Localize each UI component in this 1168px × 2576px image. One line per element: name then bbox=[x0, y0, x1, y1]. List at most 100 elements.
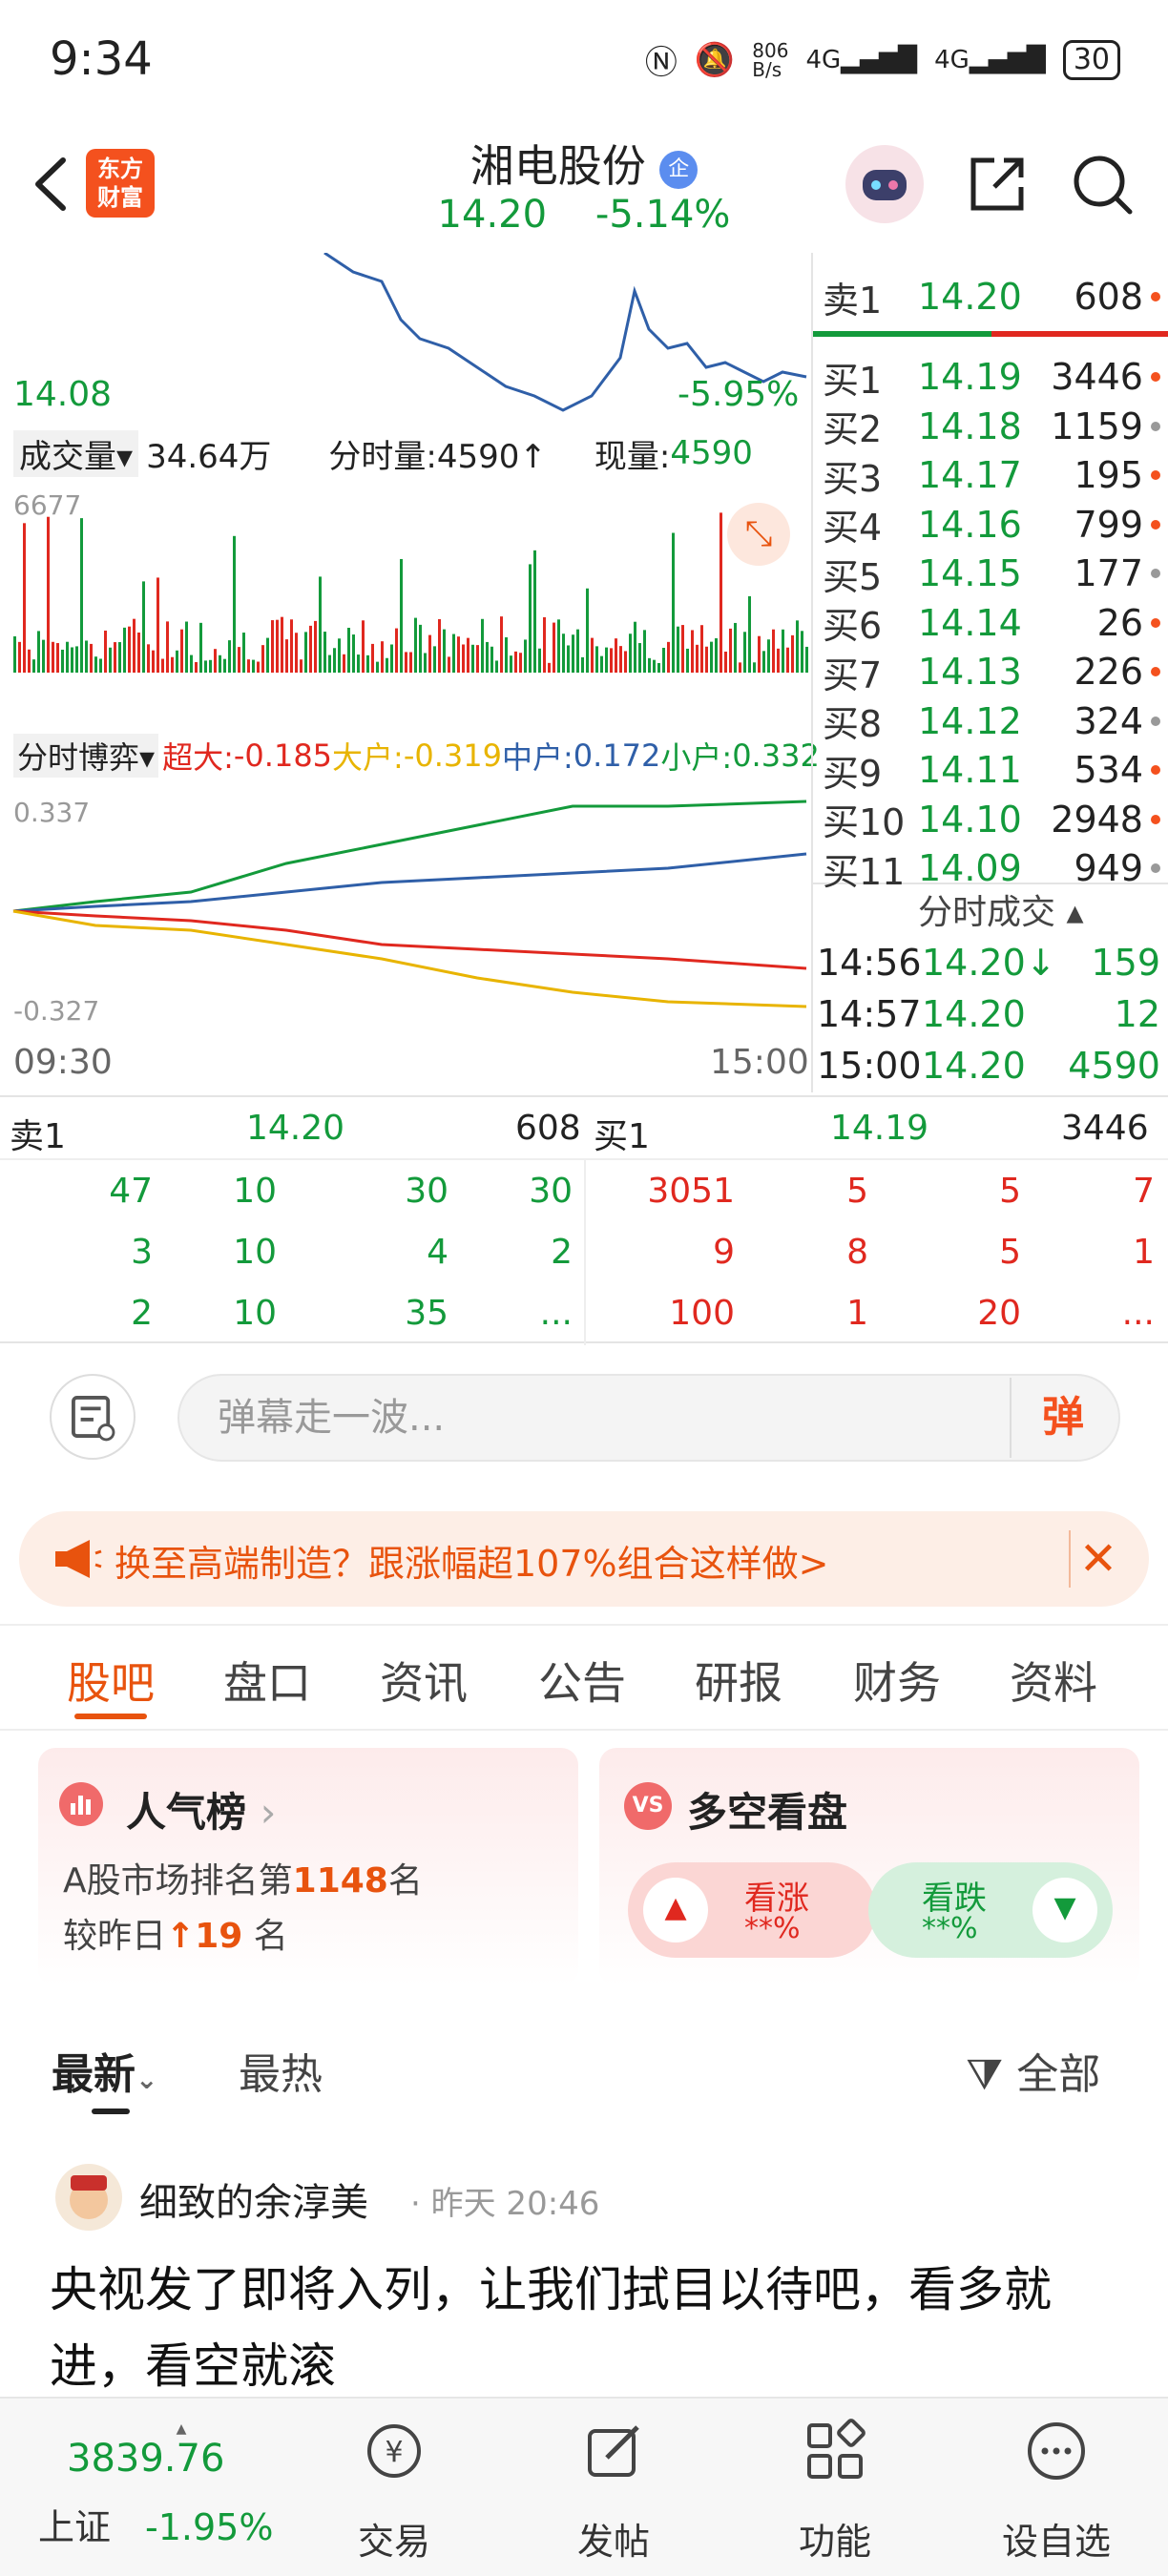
close-icon[interactable]: ✕ bbox=[1069, 1530, 1126, 1588]
volume-bar bbox=[75, 646, 78, 673]
volume-bar bbox=[261, 645, 264, 673]
volume-bar bbox=[471, 644, 474, 673]
buy-order-volume: 949 bbox=[1074, 847, 1143, 889]
megaphone-icon bbox=[55, 1540, 102, 1578]
index-value: 3839.76 bbox=[67, 2437, 225, 2481]
volume-bar bbox=[18, 641, 21, 673]
tab-pankou[interactable]: 盘口 bbox=[223, 1649, 311, 1712]
tab-latest[interactable]: 最新⌄ bbox=[52, 2040, 157, 2101]
post-body[interactable]: 央视发了即将入列，让我们拭目以待吧，看多就进，看空就滚 bbox=[50, 2252, 1128, 2404]
status-dot bbox=[1151, 519, 1160, 530]
share-icon[interactable] bbox=[966, 153, 1029, 216]
volume-bar bbox=[80, 518, 83, 673]
up-arrow-icon: ↑ bbox=[166, 1917, 196, 1956]
popularity-card[interactable]: 人气榜 › A股市场排名第1148名 较昨日↑19 名 bbox=[38, 1748, 578, 1986]
nav-post[interactable]: 发帖 bbox=[532, 2408, 695, 2565]
volume-bar bbox=[524, 639, 527, 673]
volume-bar bbox=[457, 636, 460, 673]
nav-add-watchlist[interactable]: 设自选 bbox=[975, 2408, 1137, 2565]
volume-bar bbox=[304, 632, 307, 673]
volume-bar bbox=[672, 532, 675, 673]
bearish-button[interactable]: 看跌 **% ▼ bbox=[868, 1862, 1113, 1958]
volume-bar bbox=[85, 640, 88, 673]
buy-order-price: 14.14 bbox=[918, 601, 1022, 644]
volume-bar bbox=[767, 639, 770, 673]
low-price-label: 14.08 bbox=[13, 375, 113, 414]
nav-functions[interactable]: 功能 bbox=[754, 2408, 916, 2565]
order-book-panel[interactable]: 分时成交 ▴ 卖1 14.20 608 买1 14.19 3446 买2 14.18 1159 买… bbox=[811, 253, 1168, 1092]
volume-bar bbox=[171, 656, 174, 673]
volume-bar bbox=[629, 634, 632, 673]
volume-bar bbox=[438, 618, 441, 673]
filter-button[interactable]: ⧩ 全部 bbox=[966, 2040, 1100, 2101]
volume-bar bbox=[419, 624, 422, 673]
expand-icon[interactable]: ⤡ bbox=[727, 503, 790, 566]
flow-selector[interactable]: 分时博弈▾ bbox=[13, 734, 159, 778]
bearish-value: **% bbox=[922, 1912, 978, 1945]
bid-queue-cell: 1 bbox=[846, 1294, 868, 1333]
volume-bar bbox=[71, 647, 73, 673]
tab-finance[interactable]: 财务 bbox=[853, 1649, 941, 1712]
buy-order-label: 买7 bbox=[823, 654, 883, 696]
promo-banner[interactable]: 换至高端制造？跟涨幅超107%组合这样做> ✕ bbox=[19, 1511, 1149, 1607]
buy-order-price: 14.16 bbox=[918, 503, 1022, 546]
ask-label: 卖1 bbox=[10, 1117, 66, 1156]
edit-icon bbox=[588, 2425, 639, 2477]
avatar[interactable] bbox=[55, 2164, 122, 2231]
rank-value: 1148 bbox=[292, 1861, 388, 1901]
nav-trade[interactable]: ¥ 交易 bbox=[313, 2408, 475, 2565]
ask-queue-cell: 10 bbox=[233, 1172, 277, 1211]
buy-order-label: 买11 bbox=[823, 850, 906, 893]
net-speed: 806 B/s bbox=[752, 38, 789, 81]
danmaku-input[interactable]: 弹幕走一波... bbox=[177, 1374, 1120, 1462]
volume-bar bbox=[156, 577, 159, 673]
tab-news[interactable]: 资讯 bbox=[380, 1649, 468, 1712]
banner-text[interactable]: 换至高端制造？跟涨幅超107%组合这样做> bbox=[115, 1534, 1031, 1587]
volume-bar bbox=[252, 659, 255, 673]
volume-bar bbox=[572, 634, 574, 673]
volume-bar bbox=[581, 656, 584, 673]
post-item[interactable]: 细致的余淳美 · 昨天 20:46 央视发了即将入列，让我们拭目以待吧，看多就进… bbox=[0, 2147, 1168, 2395]
volume-bar bbox=[290, 619, 293, 673]
volume-selector[interactable]: 成交量▾ bbox=[13, 429, 139, 477]
volume-bar bbox=[343, 654, 345, 673]
volume-bar bbox=[390, 644, 393, 673]
sell-order-row: 卖1 14.20 608 bbox=[823, 272, 1168, 322]
filter-icon: ⧩ bbox=[966, 2050, 1004, 2099]
low-pct-label: -5.95% bbox=[678, 375, 800, 414]
assistant-robot-icon[interactable] bbox=[845, 145, 924, 223]
volume-bar bbox=[610, 648, 613, 673]
post-author[interactable]: 细致的余淳美 bbox=[139, 2171, 368, 2227]
volume-bar bbox=[281, 616, 283, 673]
bid-queue-cell: 5 bbox=[846, 1172, 868, 1211]
danmaku-settings-icon[interactable] bbox=[50, 1374, 136, 1460]
buy-order-price: 14.18 bbox=[918, 405, 1022, 447]
tab-profile[interactable]: 资料 bbox=[1010, 1649, 1097, 1712]
volume-bar bbox=[395, 628, 398, 673]
status-dot bbox=[1151, 470, 1160, 480]
volume-bar bbox=[228, 640, 231, 673]
intraday-chart-panel[interactable]: 14.08 -5.95% 成交量▾ 34.64万 分时量:4590↑ 现量: 4… bbox=[0, 253, 820, 1092]
index-change: -1.95% bbox=[145, 2506, 274, 2548]
divider bbox=[584, 1158, 586, 1345]
volume-bar bbox=[42, 639, 45, 673]
tab-announcements[interactable]: 公告 bbox=[538, 1649, 626, 1712]
volume-bar bbox=[347, 628, 350, 673]
volume-bar bbox=[32, 659, 35, 673]
buy-order-volume: 534 bbox=[1074, 749, 1143, 791]
buy-order-label: 买2 bbox=[823, 408, 883, 450]
bullish-button[interactable]: ▲ 看涨 **% bbox=[628, 1862, 876, 1958]
status-dot bbox=[1151, 863, 1160, 873]
volume-bar bbox=[519, 653, 522, 673]
tab-guba[interactable]: 股吧 bbox=[67, 1649, 155, 1712]
index-ticker[interactable]: ▲ 3839.76 上证 -1.95% bbox=[38, 2421, 324, 2550]
tab-hot[interactable]: 最热 bbox=[239, 2040, 323, 2101]
bid-label: 买1 bbox=[594, 1117, 650, 1156]
danmaku-send-button[interactable]: 弹 bbox=[1010, 1378, 1115, 1458]
yen-cycle-icon: ¥ bbox=[367, 2424, 421, 2478]
tab-research[interactable]: 研报 bbox=[695, 1649, 782, 1712]
volume-bar bbox=[219, 654, 221, 673]
search-icon[interactable] bbox=[1071, 153, 1134, 216]
more-icon bbox=[1028, 2422, 1085, 2480]
volume-bar bbox=[333, 648, 336, 673]
